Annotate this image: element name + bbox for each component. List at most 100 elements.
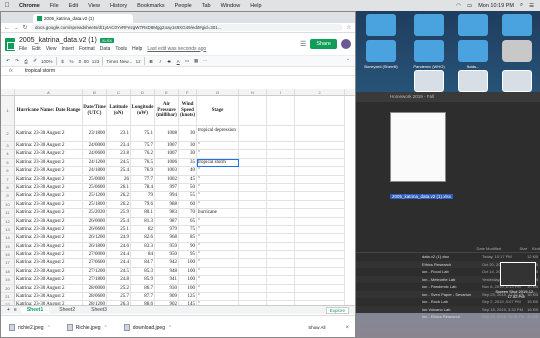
- notification-icon[interactable]: ☰: [529, 3, 534, 9]
- menu-history[interactable]: History: [105, 3, 132, 9]
- desktop-folder[interactable]: [498, 14, 536, 38]
- table-cell[interactable]: ": [197, 259, 239, 268]
- table-cell[interactable]: [267, 293, 295, 302]
- table-cell[interactable]: 26.2: [107, 200, 131, 210]
- table-cell[interactable]: ": [197, 167, 239, 176]
- collapse-icon[interactable]: ⌃: [345, 58, 351, 64]
- table-cell[interactable]: 23.4: [107, 142, 131, 151]
- table-cell[interactable]: 84.7: [131, 259, 155, 268]
- table-cell[interactable]: Katrina: 23-30 August 2: [15, 142, 83, 151]
- menu-people[interactable]: People: [170, 3, 197, 9]
- fill-color-icon[interactable]: ▭: [184, 58, 190, 64]
- table-cell[interactable]: ": [197, 183, 239, 193]
- table-cell[interactable]: 24.8: [107, 276, 131, 285]
- row-number[interactable]: 18: [1, 267, 15, 277]
- table-cell[interactable]: 26/1800: [83, 242, 107, 252]
- row-number[interactable]: 8: [1, 183, 15, 193]
- table-cell[interactable]: 81.3: [131, 217, 155, 226]
- zoom-select[interactable]: 100%: [41, 59, 53, 64]
- table-cell[interactable]: 959: [155, 242, 179, 252]
- table-cell[interactable]: ": [197, 284, 239, 294]
- column-date-modified[interactable]: Date Modified: [476, 244, 514, 252]
- table-cell[interactable]: ": [197, 200, 239, 210]
- table-cell[interactable]: 80.1: [131, 209, 155, 218]
- menu-help[interactable]: Help: [132, 46, 142, 52]
- menu-edit[interactable]: Edit: [32, 46, 41, 52]
- table-cell[interactable]: 1007: [155, 142, 179, 151]
- table-cell[interactable]: Katrina: 23-30 August 2: [15, 267, 83, 277]
- table-cell[interactable]: 30: [179, 126, 197, 142]
- table-cell[interactable]: 84: [131, 251, 155, 260]
- table-cell[interactable]: 1008: [155, 126, 179, 142]
- undo-icon[interactable]: ↶: [5, 58, 11, 64]
- table-cell[interactable]: [295, 183, 345, 193]
- table-cell[interactable]: [239, 234, 267, 243]
- row-number[interactable]: 20: [1, 284, 15, 294]
- chevron-up-icon[interactable]: ⌃: [168, 325, 172, 331]
- table-cell[interactable]: tropical depression: [197, 126, 239, 142]
- table-cell[interactable]: Katrina: 23-30 August 2: [15, 217, 83, 226]
- menu-tools[interactable]: Tools: [115, 46, 127, 52]
- table-cell[interactable]: Katrina: 23-30 August 2: [15, 293, 83, 302]
- column-header[interactable]: G: [197, 89, 239, 95]
- menu-view[interactable]: View: [46, 46, 57, 52]
- table-cell[interactable]: [295, 242, 345, 252]
- forward-icon[interactable]: →: [13, 25, 19, 31]
- redo-icon[interactable]: ↷: [14, 58, 20, 64]
- row-number[interactable]: 19: [1, 276, 15, 285]
- table-cell[interactable]: 26/0600: [83, 225, 107, 235]
- table-cell[interactable]: 27/0000: [83, 251, 107, 260]
- table-cell[interactable]: [267, 200, 295, 210]
- table-cell[interactable]: [267, 142, 295, 151]
- table-cell[interactable]: [239, 267, 267, 277]
- column-header[interactable]: H: [239, 89, 267, 95]
- table-cell[interactable]: Katrina: 23-30 August 2: [15, 234, 83, 243]
- table-cell[interactable]: 85: [179, 234, 197, 243]
- row-number[interactable]: 17: [1, 259, 15, 268]
- header-cell[interactable]: [295, 96, 345, 126]
- table-cell[interactable]: 994: [155, 192, 179, 201]
- all-sheets-button[interactable]: ≡: [14, 307, 17, 313]
- table-cell[interactable]: [295, 150, 345, 159]
- table-cell[interactable]: 28/0000: [83, 284, 107, 294]
- menu-chrome[interactable]: Chrome: [14, 3, 45, 9]
- table-cell[interactable]: [239, 200, 267, 210]
- menu-view[interactable]: View: [83, 3, 105, 9]
- menu-tab[interactable]: Tab: [197, 3, 216, 9]
- list-item[interactable]: ion - Ethics Research Sep 29, 2019, 12:31…: [350, 313, 540, 321]
- header-cell[interactable]: [267, 96, 295, 126]
- table-cell[interactable]: 25/1200: [83, 192, 107, 201]
- table-cell[interactable]: [239, 167, 267, 176]
- paint-format-icon[interactable]: ✐: [32, 58, 38, 64]
- table-cell[interactable]: 70: [179, 209, 197, 218]
- sheets-logo-icon[interactable]: [5, 37, 15, 51]
- apple-icon[interactable]: : [0, 2, 14, 9]
- table-cell[interactable]: 76.9: [131, 167, 155, 176]
- table-cell[interactable]: 25.7: [107, 293, 131, 302]
- formula-input[interactable]: tropical storm: [21, 68, 55, 74]
- table-cell[interactable]: 76.5: [131, 158, 155, 168]
- table-cell[interactable]: [267, 251, 295, 260]
- row-number[interactable]: 3: [1, 142, 15, 151]
- table-cell[interactable]: 23/1800: [83, 126, 107, 142]
- download-item[interactable]: richie2.jpeg ⌃: [9, 324, 51, 331]
- table-cell[interactable]: [267, 234, 295, 243]
- menu-file[interactable]: File: [19, 46, 27, 52]
- menu-format[interactable]: Format: [79, 46, 95, 52]
- table-cell[interactable]: ": [197, 267, 239, 277]
- table-cell[interactable]: 100: [179, 259, 197, 268]
- table-cell[interactable]: Katrina: 23-30 August 2: [15, 284, 83, 294]
- header-cell[interactable]: Latitude (oN): [107, 96, 131, 126]
- table-cell[interactable]: 27/0600: [83, 259, 107, 268]
- table-cell[interactable]: 25.9: [107, 209, 131, 218]
- last-edit-link[interactable]: Last edit was seconds ago: [147, 46, 206, 52]
- table-cell[interactable]: 90: [179, 242, 197, 252]
- table-cell[interactable]: [239, 251, 267, 260]
- table-cell[interactable]: 87.7: [131, 293, 155, 302]
- row-number[interactable]: 4: [1, 150, 15, 159]
- table-cell[interactable]: 77.7: [131, 175, 155, 184]
- table-cell[interactable]: 25.1: [107, 225, 131, 235]
- table-cell[interactable]: 26/1200: [83, 234, 107, 243]
- column-header[interactable]: D: [131, 89, 155, 95]
- header-cell[interactable]: Wind Speed (knots): [179, 96, 197, 126]
